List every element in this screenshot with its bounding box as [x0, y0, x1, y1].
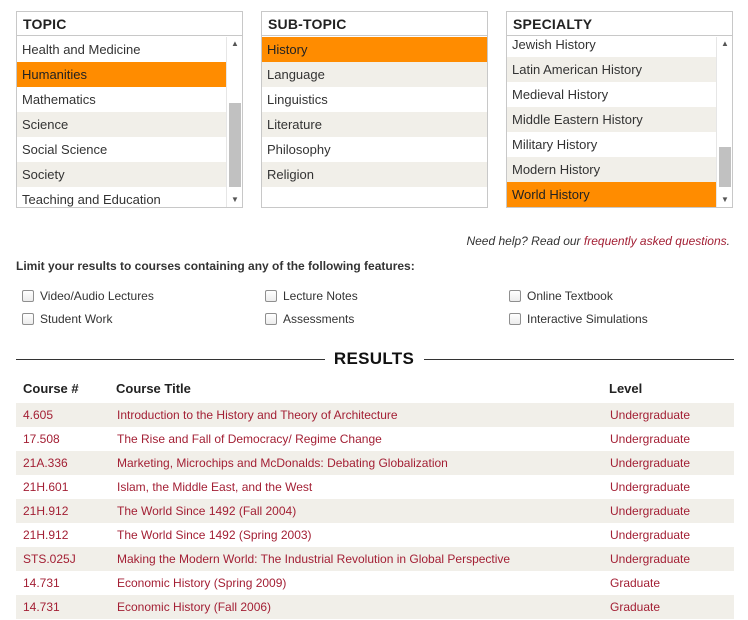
feature-lecture-notes[interactable]: Lecture Notes — [265, 289, 358, 303]
feature-label: Assessments — [283, 312, 355, 326]
topic-list[interactable]: Health and Medicine Humanities Mathematics… — [17, 37, 226, 207]
checkbox-online-textbook[interactable] — [509, 290, 521, 302]
course-title-link[interactable]: Islam, the Middle East, and the West — [117, 475, 312, 499]
results-divider-right — [424, 359, 734, 360]
course-level-link[interactable]: Undergraduate — [610, 499, 690, 523]
feature-label: Interactive Simulations — [527, 312, 648, 326]
course-title-link[interactable]: Economic History (Spring 2009) — [117, 571, 286, 595]
subtopic-item-language[interactable]: Language — [262, 62, 487, 87]
help-prefix: Need help? Read our — [466, 234, 584, 248]
table-row: 14.731 Economic History (Fall 2006) Gradua… — [16, 595, 734, 619]
course-level-link[interactable]: Graduate — [610, 595, 660, 619]
specialty-item-jewish-history[interactable]: Jewish History — [507, 32, 716, 57]
features-label: Limit your results to courses containing… — [16, 259, 415, 273]
column-header-course-title[interactable]: Course Title — [116, 381, 191, 396]
course-title-link[interactable]: Economic History (Fall 2006) — [117, 595, 271, 619]
topic-item-mathematics[interactable]: Mathematics — [17, 87, 226, 112]
course-level-link[interactable]: Undergraduate — [610, 523, 690, 547]
course-number-link[interactable]: 21A.336 — [23, 451, 68, 475]
topic-scrollbar[interactable]: ▲ ▼ — [226, 37, 242, 207]
specialty-item-modern-history[interactable]: Modern History — [507, 157, 716, 182]
topic-item-teaching-and-education[interactable]: Teaching and Education — [17, 187, 226, 207]
specialty-item-world-history[interactable]: World History — [507, 182, 716, 207]
column-header-level[interactable]: Level — [609, 381, 642, 396]
feature-label: Online Textbook — [527, 289, 613, 303]
checkbox-assessments[interactable] — [265, 313, 277, 325]
specialty-list[interactable]: Jewish History Latin American History Medi… — [507, 32, 716, 207]
topic-panel: TOPIC Health and Medicine Humanities Mathe… — [16, 11, 243, 208]
table-row: 4.605 Introduction to the History and The… — [16, 403, 734, 427]
subtopic-list[interactable]: History Language Linguistics Literature Phil… — [262, 37, 487, 187]
topic-item-science[interactable]: Science — [17, 112, 226, 137]
topic-scroll-thumb[interactable] — [229, 103, 241, 187]
table-row: 21H.601 Islam, the Middle East, and the W… — [16, 475, 734, 499]
table-row: 21H.912 The World Since 1492 (Spring 2003… — [16, 523, 734, 547]
scroll-up-arrow-icon[interactable]: ▲ — [717, 37, 732, 51]
scroll-down-arrow-icon[interactable]: ▼ — [717, 193, 732, 207]
course-number-link[interactable]: 4.605 — [23, 403, 53, 427]
table-row: 21H.912 The World Since 1492 (Fall 2004) U… — [16, 499, 734, 523]
course-number-link[interactable]: 21H.601 — [23, 475, 68, 499]
subtopic-header: SUB-TOPIC — [262, 12, 487, 36]
topic-item-humanities[interactable]: Humanities — [17, 62, 226, 87]
table-row: STS.025J Making the Modern World: The Ind… — [16, 547, 734, 571]
table-row: 17.508 The Rise and Fall of Democracy/ Re… — [16, 427, 734, 451]
help-text: Need help? Read our frequently asked que… — [466, 234, 730, 248]
feature-label: Student Work — [40, 312, 113, 326]
subtopic-item-history[interactable]: History — [262, 37, 487, 62]
subtopic-item-philosophy[interactable]: Philosophy — [262, 137, 487, 162]
faq-link[interactable]: frequently asked questions — [584, 234, 727, 248]
scroll-down-arrow-icon[interactable]: ▼ — [227, 193, 242, 207]
feature-student-work[interactable]: Student Work — [22, 312, 112, 326]
checkbox-student-work[interactable] — [22, 313, 34, 325]
course-number-link[interactable]: 14.731 — [23, 571, 60, 595]
course-level-link[interactable]: Graduate — [610, 571, 660, 595]
subtopic-item-linguistics[interactable]: Linguistics — [262, 87, 487, 112]
specialty-panel: SPECIALTY Jewish History Latin American H… — [506, 11, 733, 208]
course-number-link[interactable]: 17.508 — [23, 427, 60, 451]
specialty-item-medieval-history[interactable]: Medieval History — [507, 82, 716, 107]
course-level-link[interactable]: Undergraduate — [610, 475, 690, 499]
course-level-link[interactable]: Undergraduate — [610, 403, 690, 427]
specialty-scrollbar[interactable]: ▲ ▼ — [716, 37, 732, 207]
checkbox-interactive-simulations[interactable] — [509, 313, 521, 325]
specialty-scroll-thumb[interactable] — [719, 147, 731, 187]
course-level-link[interactable]: Undergraduate — [610, 451, 690, 475]
specialty-item-middle-eastern-history[interactable]: Middle Eastern History — [507, 107, 716, 132]
checkbox-video-audio-lectures[interactable] — [22, 290, 34, 302]
course-title-link[interactable]: The World Since 1492 (Spring 2003) — [117, 523, 312, 547]
subtopic-panel: SUB-TOPIC History Language Linguistics Lite… — [261, 11, 488, 208]
course-title-link[interactable]: The World Since 1492 (Fall 2004) — [117, 499, 296, 523]
topic-item-health-and-medicine[interactable]: Health and Medicine — [17, 37, 226, 62]
course-title-link[interactable]: Introduction to the History and Theory o… — [117, 403, 398, 427]
table-row: 21A.336 Marketing, Microchips and McDonal… — [16, 451, 734, 475]
scroll-up-arrow-icon[interactable]: ▲ — [227, 37, 242, 51]
topic-header: TOPIC — [17, 12, 242, 36]
topic-item-society[interactable]: Society — [17, 162, 226, 187]
subtopic-item-literature[interactable]: Literature — [262, 112, 487, 137]
help-suffix: . — [726, 234, 730, 248]
feature-online-textbook[interactable]: Online Textbook — [509, 289, 613, 303]
course-title-link[interactable]: Marketing, Microchips and McDonalds: Deb… — [117, 451, 448, 475]
course-number-link[interactable]: 21H.912 — [23, 523, 68, 547]
subtopic-item-religion[interactable]: Religion — [262, 162, 487, 187]
specialty-item-military-history[interactable]: Military History — [507, 132, 716, 157]
column-header-course-number[interactable]: Course # — [23, 381, 79, 396]
course-level-link[interactable]: Undergraduate — [610, 547, 690, 571]
specialty-item-latin-american-history[interactable]: Latin American History — [507, 57, 716, 82]
feature-interactive-simulations[interactable]: Interactive Simulations — [509, 312, 648, 326]
course-title-link[interactable]: The Rise and Fall of Democracy/ Regime C… — [117, 427, 382, 451]
feature-label: Lecture Notes — [283, 289, 358, 303]
course-number-link[interactable]: 14.731 — [23, 595, 60, 619]
feature-label: Video/Audio Lectures — [40, 289, 154, 303]
course-level-link[interactable]: Undergraduate — [610, 427, 690, 451]
feature-assessments[interactable]: Assessments — [265, 312, 354, 326]
topic-item-social-science[interactable]: Social Science — [17, 137, 226, 162]
course-number-link[interactable]: 21H.912 — [23, 499, 68, 523]
course-number-link[interactable]: STS.025J — [23, 547, 76, 571]
feature-video-audio-lectures[interactable]: Video/Audio Lectures — [22, 289, 154, 303]
course-title-link[interactable]: Making the Modern World: The Industrial … — [117, 547, 510, 571]
checkbox-lecture-notes[interactable] — [265, 290, 277, 302]
table-row: 14.731 Economic History (Spring 2009) Grad… — [16, 571, 734, 595]
